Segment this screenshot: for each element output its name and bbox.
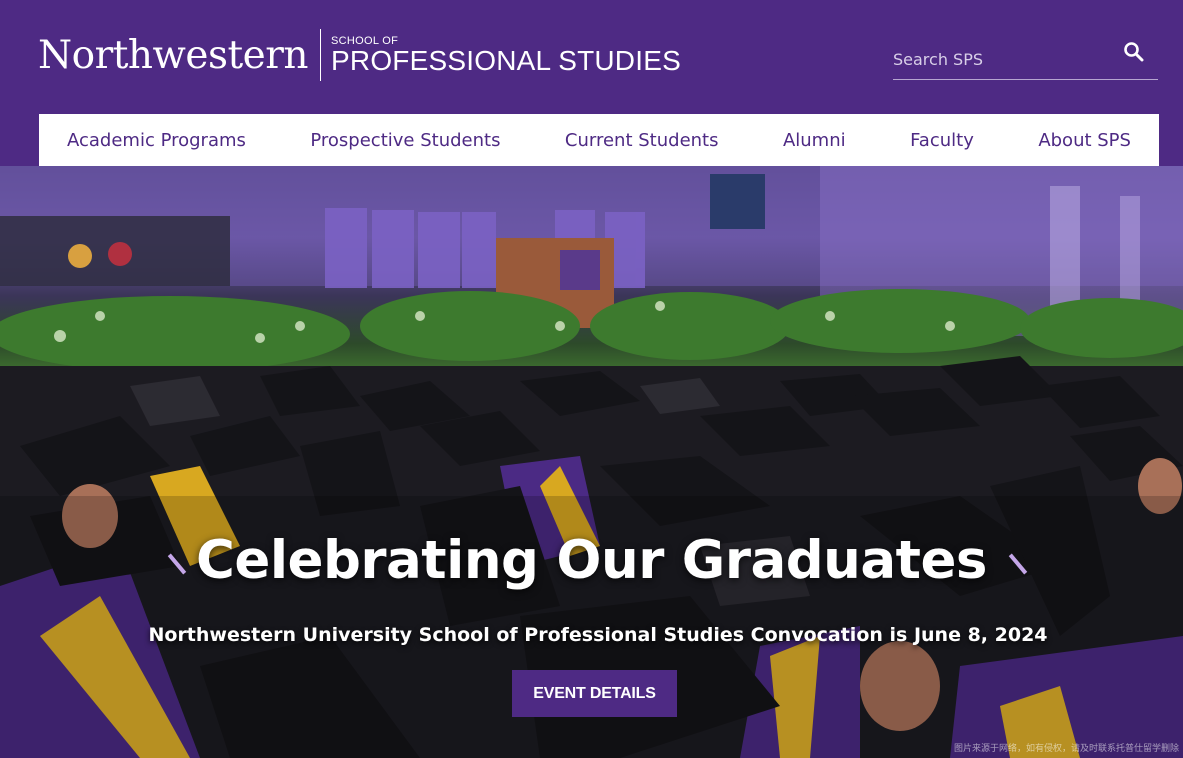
logo-school-big: PROFESSIONAL STUDIES <box>331 45 681 77</box>
nav-item-academic-programs[interactable]: Academic Programs <box>67 130 246 151</box>
nav-item-faculty[interactable]: Faculty <box>910 130 974 151</box>
hero-subtitle: Northwestern University School of Profes… <box>148 624 1048 646</box>
image-watermark: 图片来源于网络，如有侵权，请及时联系托普仕留学删除 <box>953 744 1179 754</box>
nav-item-alumni[interactable]: Alumni <box>783 130 846 151</box>
logo-school: SCHOOL OF PROFESSIONAL STUDIES <box>331 35 681 75</box>
main-nav: Academic Programs Prospective Students C… <box>39 114 1159 166</box>
nav-item-current-students[interactable]: Current Students <box>565 130 719 151</box>
site-logo[interactable]: Northwestern SCHOOL OF PROFESSIONAL STUD… <box>38 28 681 82</box>
logo-divider <box>320 29 322 81</box>
site-header: Northwestern SCHOOL OF PROFESSIONAL STUD… <box>0 0 1183 166</box>
search-bar <box>893 36 1158 80</box>
hero-banner: Celebrating Our Graduates Northwestern U… <box>0 166 1183 758</box>
logo-university: Northwestern <box>38 32 309 78</box>
search-icon[interactable] <box>1122 40 1146 64</box>
nav-item-prospective-students[interactable]: Prospective Students <box>310 130 500 151</box>
search-input[interactable] <box>893 46 1113 69</box>
hero-title: Celebrating Our Graduates <box>196 530 987 591</box>
nav-item-about-sps[interactable]: About SPS <box>1038 130 1131 151</box>
event-details-button[interactable]: EVENT DETAILS <box>512 670 677 717</box>
